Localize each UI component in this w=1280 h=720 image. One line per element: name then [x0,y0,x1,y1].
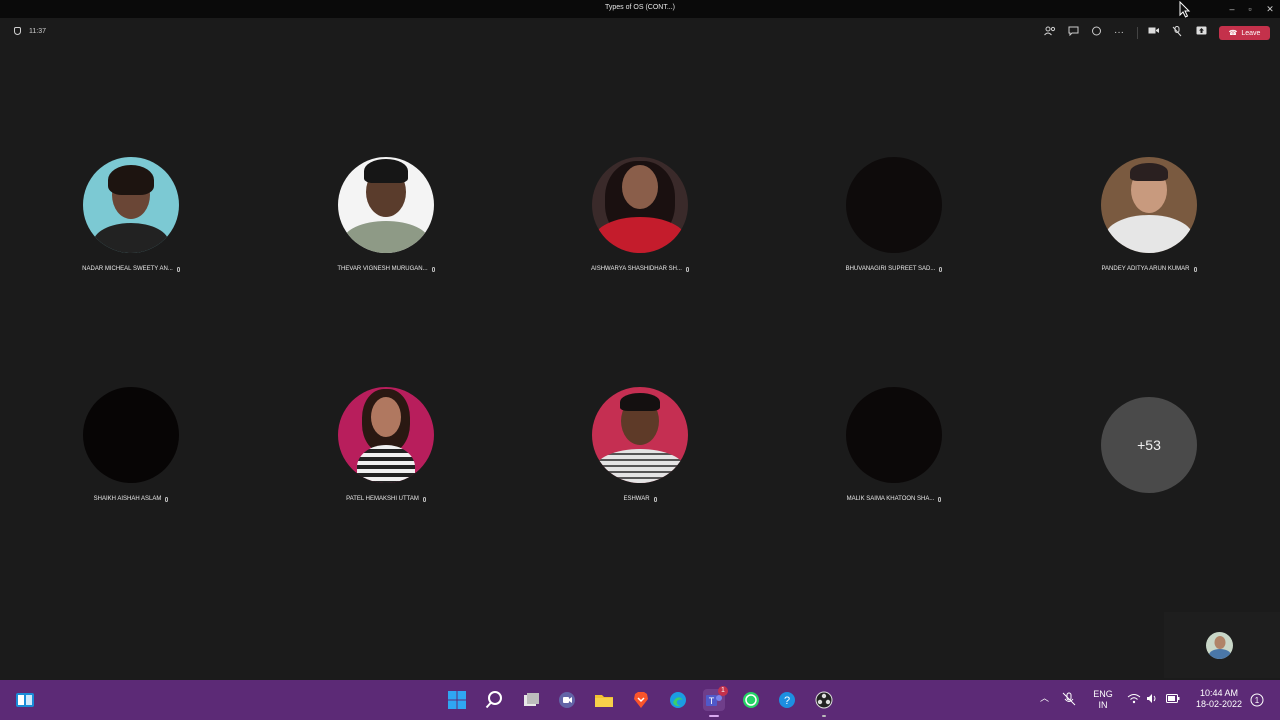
whatsapp-icon[interactable] [740,689,762,711]
mic-off-icon [176,266,180,272]
teams-notification-badge: 1 [718,686,728,696]
more-options-icon[interactable]: ··· [1112,26,1126,40]
mic-off-icon [653,496,657,502]
brave-browser-icon[interactable] [630,689,652,711]
self-avatar [1206,632,1233,659]
windows-taskbar: T 1 ? ︿ ENG IN 10:44 AM 18-02-2022 1 [0,680,1280,720]
toolbar-divider [1137,27,1138,39]
leave-button[interactable]: ☎ Leave [1219,26,1270,40]
mic-off-icon [938,496,942,502]
teams-chat-icon[interactable] [556,689,578,711]
participant-tile[interactable]: SHAIKH AISHAH ASLAM [11,387,251,502]
shield-icon [14,27,21,35]
task-view-icon[interactable] [520,689,542,711]
notifications-icon[interactable]: 1 [1250,693,1264,710]
search-icon[interactable] [483,689,505,711]
participant-name: MALIK SAIMA KHATOON SHA... [846,496,935,502]
participant-tile[interactable]: BHUVANAGIRI SUPREET SAD... [774,157,1014,272]
mic-off-icon [431,266,435,272]
mic-off-icon [165,496,169,502]
wifi-icon[interactable] [1127,693,1141,707]
participant-name: THEVAR VIGNESH MURUGAN... [337,266,428,272]
clock-time: 10:44 AM [1199,688,1239,698]
obs-studio-icon[interactable] [813,689,835,717]
participant-tile[interactable]: THEVAR VIGNESH MURUGAN... [266,157,506,272]
participant-avatar [83,157,179,253]
window-titlebar: Types of OS (CONT...) – ▫ ✕ [0,0,1280,18]
people-icon[interactable] [1043,26,1057,40]
mic-off-icon [685,266,689,272]
help-icon[interactable]: ? [776,689,798,711]
participant-avatar [592,157,688,253]
clock[interactable]: 10:44 AM 18-02-2022 [1188,688,1250,710]
participant-tile[interactable]: MALIK SAIMA KHATOON SHA... [774,387,1014,502]
battery-icon[interactable] [1166,694,1180,706]
svg-text:1: 1 [1255,696,1260,705]
reactions-icon[interactable] [1089,26,1103,40]
microphone-muted-icon[interactable] [1062,692,1076,709]
maximize-button[interactable]: ▫ [1240,2,1260,16]
show-hidden-icons[interactable]: ︿ [1040,693,1049,704]
start-icon[interactable] [446,689,468,711]
svg-text:?: ? [784,695,790,707]
mic-off-icon [939,266,943,272]
timer-text: 11:37 [29,27,46,35]
microphone-muted-icon[interactable] [1170,26,1184,40]
participant-avatar [846,157,942,253]
participant-name: PANDEY ADITYA ARUN KUMAR [1101,266,1190,272]
participant-tile[interactable]: PANDEY ADITYA ARUN KUMAR [1029,157,1269,272]
language-line1: ENG [1093,689,1113,699]
participant-avatar [338,157,434,253]
share-screen-icon[interactable] [1194,26,1208,40]
participant-tile[interactable]: PATEL HEMAKSHI UTTAM [266,387,506,502]
participant-tile[interactable]: ESHWAR [520,387,760,502]
participant-name: ESHWAR [623,496,650,502]
minimize-button[interactable]: – [1222,2,1242,16]
edge-browser-icon[interactable] [667,689,689,711]
participant-name: SHAIKH AISHAH ASLAM [93,496,162,502]
participant-avatar [592,387,688,483]
participant-name: PATEL HEMAKSHI UTTAM [346,496,419,502]
participant-name: NADAR MICHEAL SWEETY AN... [82,266,173,272]
participant-tile[interactable]: AISHWARYA SHASHIDHAR SH... [520,157,760,272]
camera-icon[interactable] [1147,26,1161,40]
language-indicator[interactable]: ENG IN [1090,689,1116,711]
mouse-cursor-icon [1179,1,1191,18]
meeting-toolbar: 11:37 ··· ☎ Leave [0,18,1280,48]
overflow-count[interactable]: +53 [1101,397,1197,493]
participant-avatar [338,387,434,483]
self-view[interactable] [1164,612,1280,678]
participant-avatar [83,387,179,483]
file-explorer-icon[interactable] [593,689,615,711]
volume-icon[interactable] [1146,693,1158,707]
svg-text:T: T [709,696,715,706]
window-title: Types of OS (CONT...) [604,4,675,11]
mic-off-icon [422,496,426,502]
participant-tile[interactable]: NADAR MICHEAL SWEETY AN... [11,157,251,272]
participant-name: AISHWARYA SHASHIDHAR SH... [591,266,682,272]
phone-hangup-icon: ☎ [1228,30,1238,37]
teams-icon[interactable]: T 1 [703,686,728,717]
chat-icon[interactable] [1066,26,1080,40]
participant-avatar [846,387,942,483]
language-line2: IN [1098,700,1108,710]
participant-avatar [1101,157,1197,253]
overflow-participants-tile[interactable]: +53 [1029,397,1269,493]
participant-name: BHUVANAGIRI SUPREET SAD... [845,266,936,272]
close-button[interactable]: ✕ [1260,2,1280,16]
clock-date: 18-02-2022 [1195,699,1243,709]
mic-off-icon [1193,266,1197,272]
meeting-timer: 11:37 [14,27,46,35]
widgets-icon[interactable] [14,689,36,711]
leave-label: Leave [1241,29,1261,37]
